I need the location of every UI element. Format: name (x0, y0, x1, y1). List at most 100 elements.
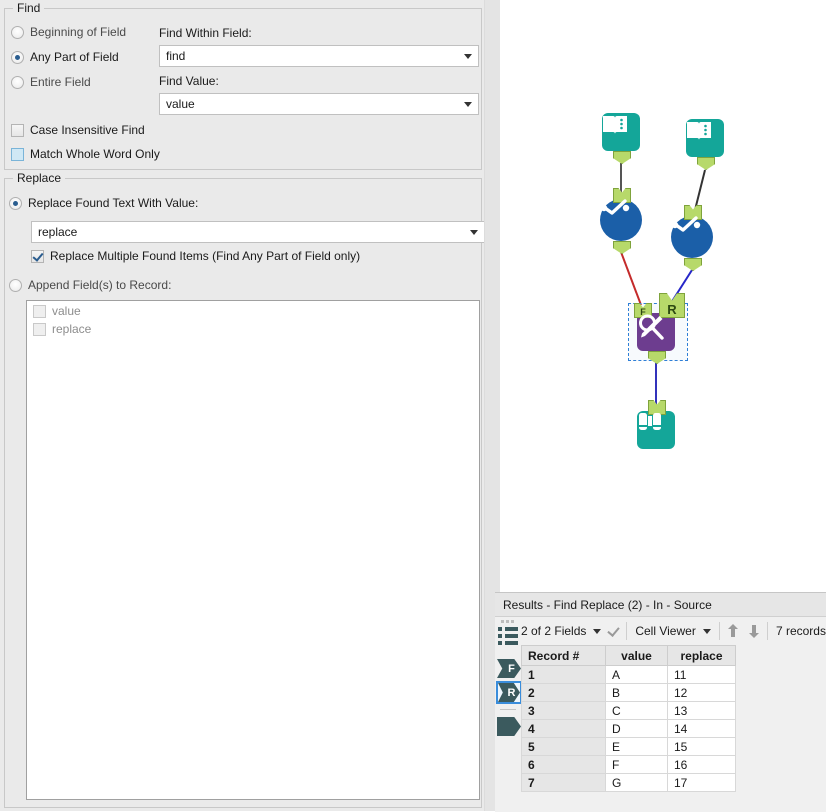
results-table: Record # value replace 1 A 11 2 B 12 3 C 13 4 D 14 5… (521, 645, 736, 792)
toolbar-divider (626, 622, 628, 640)
cell-replace[interactable]: 14 (667, 719, 736, 738)
cell-value[interactable]: G (605, 773, 668, 792)
fields-selector[interactable]: 2 of 2 Fields (521, 624, 602, 638)
table-row[interactable]: 6 F 16 (521, 755, 736, 774)
cell-value[interactable]: B (605, 683, 668, 702)
chevron-down-icon (593, 628, 602, 634)
workflow-canvas[interactable]: F R (500, 0, 826, 592)
cell-replace[interactable]: 15 (667, 737, 736, 756)
results-anchor-f[interactable]: F (496, 657, 522, 680)
select-tool-1[interactable] (600, 188, 642, 254)
cell-value[interactable]: A (605, 665, 668, 684)
view-mode-selector[interactable]: Cell Viewer (635, 624, 711, 638)
table-row[interactable]: 3 C 13 (521, 701, 736, 720)
select-tool-2[interactable] (671, 205, 713, 271)
drag-handle-dots[interactable] (501, 620, 514, 623)
results-titlebar: Results - Find Replace (2) - In - Source (495, 593, 826, 617)
radio-replace-found-text[interactable]: Replace Found Text With Value: (9, 196, 198, 210)
find-value-dropdown[interactable]: value (159, 93, 479, 115)
append-field-replace-label: replace (52, 322, 92, 336)
cell-record[interactable]: 6 (521, 755, 606, 774)
results-anchor-r-label: R (498, 683, 520, 702)
browse-tool[interactable] (637, 400, 675, 449)
append-fields-listbox[interactable]: value replace (26, 300, 480, 800)
checkbox-replace-multiple-found-items-box (31, 249, 44, 263)
checkbox-case-insensitive-find[interactable]: Case Insensitive Find (11, 123, 145, 137)
table-row[interactable]: 5 E 15 (521, 737, 736, 756)
cell-value[interactable]: E (605, 737, 668, 756)
column-header-replace[interactable]: replace (667, 645, 736, 666)
cell-record[interactable]: 7 (521, 773, 606, 792)
cell-value[interactable]: D (605, 719, 668, 738)
cell-value[interactable]: F (605, 755, 668, 774)
radio-append-fields-to-record[interactable]: Append Field(s) to Record: (9, 278, 171, 292)
select-checkmark-icon (600, 199, 642, 241)
find-replace-tool[interactable]: F R (634, 293, 685, 364)
checkbox-match-whole-word-only[interactable]: Match Whole Word Only (11, 147, 160, 161)
book-glyph (687, 122, 711, 140)
find-within-field-label: Find Within Field: (159, 26, 252, 40)
cell-replace[interactable]: 13 (667, 701, 736, 720)
app-root: Find Beginning of Field Any Part of Fiel… (0, 0, 826, 812)
input-data-tool-2[interactable] (686, 119, 724, 170)
magnifier-pencil-glyph (639, 314, 664, 340)
toolbar-divider (718, 622, 720, 640)
check-icon[interactable] (607, 625, 618, 637)
radio-beginning-of-field[interactable]: Beginning of Field (11, 25, 126, 39)
table-row[interactable]: 7 G 17 (521, 773, 736, 792)
cell-record[interactable]: 4 (521, 719, 606, 738)
book-icon (602, 113, 640, 151)
radio-replace-found-text-label: Replace Found Text With Value: (28, 196, 199, 210)
toolbar-divider (767, 622, 768, 640)
find-group-box: Find Beginning of Field Any Part of Fiel… (4, 1, 482, 170)
book-icon (686, 119, 724, 157)
column-header-record[interactable]: Record # (521, 645, 606, 666)
results-anchor-f-label: F (497, 659, 521, 678)
results-panel: Results - Find Replace (2) - In - Source… (495, 592, 826, 812)
scroll-up-icon[interactable] (728, 624, 739, 638)
radio-entire-field-label: Entire Field (30, 75, 91, 89)
cell-value[interactable]: C (605, 701, 668, 720)
find-within-field-dropdown[interactable]: find (159, 45, 479, 67)
list-item[interactable]: replace (27, 319, 479, 337)
table-header-row: Record # value replace (521, 645, 736, 666)
radio-replace-found-text-indicator (9, 196, 22, 210)
cell-record[interactable]: 5 (521, 737, 606, 756)
scroll-down-icon[interactable] (749, 624, 760, 638)
chevron-down-icon (458, 46, 478, 66)
table-row[interactable]: 2 B 12 (521, 683, 736, 702)
cell-replace[interactable]: 12 (667, 683, 736, 702)
results-anchor-r[interactable]: R (496, 681, 522, 704)
cell-record[interactable]: 2 (521, 683, 606, 702)
list-item[interactable]: value (27, 301, 479, 319)
cell-record[interactable]: 3 (521, 701, 606, 720)
list-icon[interactable] (498, 627, 519, 647)
radio-entire-field[interactable]: Entire Field (11, 75, 91, 89)
results-data-grid[interactable]: Record # value replace 1 A 11 2 B 12 3 C 13 4 D 14 5… (521, 645, 826, 812)
checkbox-replace-multiple-found-items[interactable]: Replace Multiple Found Items (Find Any P… (31, 249, 360, 263)
view-mode-label: Cell Viewer (635, 624, 696, 638)
cell-replace[interactable]: 17 (667, 773, 736, 792)
select-checkmark-icon (671, 216, 713, 258)
binoculars-icon (637, 411, 675, 449)
table-row[interactable]: 1 A 11 (521, 665, 736, 684)
cell-replace[interactable]: 11 (667, 665, 736, 684)
input-data-tool-1[interactable] (602, 113, 640, 164)
checkbox-match-whole-word-only-box (11, 147, 24, 161)
table-body: 1 A 11 2 B 12 3 C 13 4 D 14 5 E 15 6 F 16 7 G 17 (521, 665, 736, 792)
cell-record[interactable]: 1 (521, 665, 606, 684)
column-header-value[interactable]: value (605, 645, 668, 666)
record-count-label: 7 records (775, 624, 826, 638)
radio-any-part-of-field[interactable]: Any Part of Field (11, 50, 119, 64)
checkbox-replace-multiple-found-items-label: Replace Multiple Found Items (Find Any P… (50, 249, 361, 263)
replace-value-dropdown[interactable]: replace (31, 221, 485, 243)
radio-beginning-of-field-label: Beginning of Field (30, 25, 127, 39)
cell-replace[interactable]: 16 (667, 755, 736, 774)
table-row[interactable]: 4 D 14 (521, 719, 736, 738)
radio-append-fields-to-record-label: Append Field(s) to Record: (28, 278, 172, 292)
find-replace-icon (637, 313, 675, 351)
results-anchor-output[interactable] (496, 715, 522, 738)
find-group-title: Find (13, 1, 45, 15)
checkbox-case-insensitive-find-box (11, 123, 24, 137)
book-glyph (603, 116, 627, 134)
